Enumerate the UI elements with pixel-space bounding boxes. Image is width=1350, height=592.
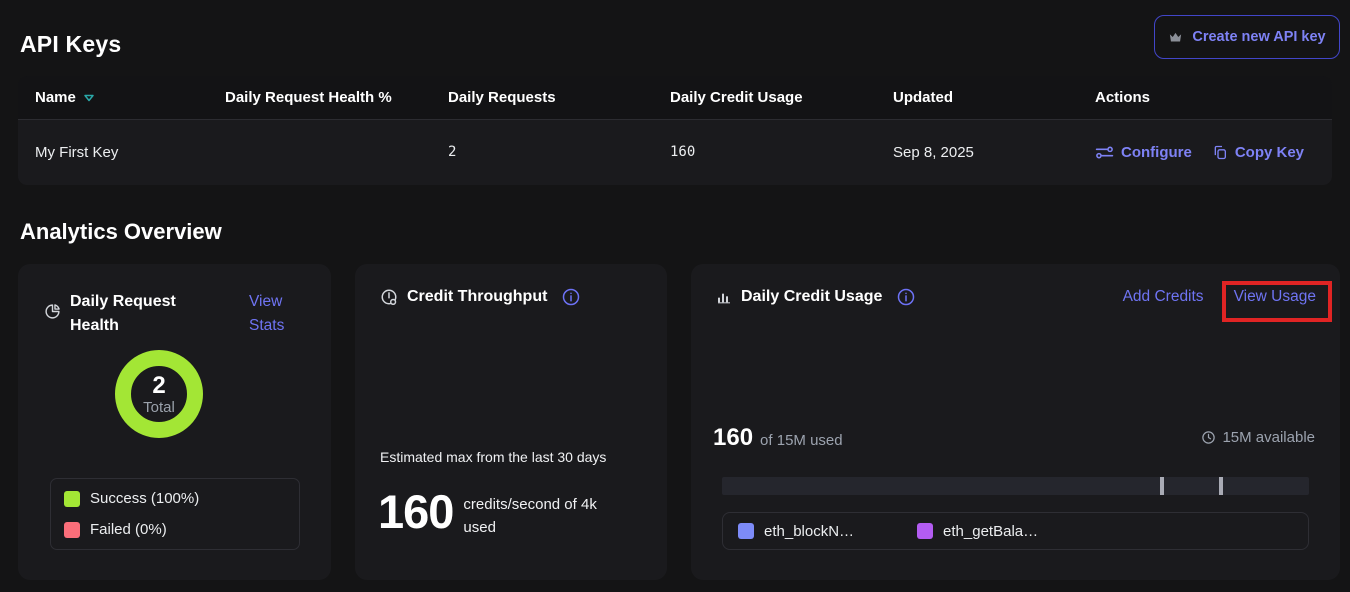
health-legend: Success (100%) Failed (0%) [50,478,300,550]
gauge-icon [380,288,398,306]
add-credits-link[interactable]: Add Credits [1123,288,1204,306]
donut-total-label: Total [143,399,175,416]
key-name: My First Key [35,144,225,161]
bar-chart-icon [716,289,732,305]
throughput-subtitle: Estimated max from the last 30 days [380,449,606,465]
card2-header: Credit Throughput [380,288,643,306]
info-icon[interactable] [897,288,915,306]
progress-tick-2 [1219,477,1223,495]
eth-getbalance-swatch [917,523,933,539]
throughput-value: 160 [378,482,453,542]
throughput-value-row: 160 credits/second of 4k used [378,482,627,542]
failed-swatch [64,522,80,538]
info-icon[interactable] [562,288,580,306]
sliders-icon [1095,145,1114,160]
pie-chart-icon [44,303,61,320]
sort-chevron-icon[interactable] [83,93,95,103]
success-label: Success (100%) [90,490,199,507]
column-name-label: Name [35,89,76,106]
updated-value: Sep 8, 2025 [893,144,1095,161]
eth-blocknumber-label: eth_blockN… [764,523,854,540]
copy-key-button[interactable]: Copy Key [1212,144,1304,161]
card3-header: Daily Credit Usage Add Credits View Usag… [716,288,1316,306]
table-row: My First Key 2 160 Sep 8, 2025 Configure… [18,120,1332,184]
configure-label: Configure [1121,144,1192,161]
daily-credit-usage-card: Daily Credit Usage Add Credits View Usag… [691,264,1340,580]
used-value: 160 [713,424,753,452]
daily-credit-usage-value: 160 [670,144,893,160]
usage-legend: eth_blockN… eth_getBala… [722,512,1309,550]
view-stats-link[interactable]: View Stats [249,290,311,338]
column-daily-requests: Daily Requests [448,89,670,106]
card3-links: Add Credits View Usage [1123,288,1316,306]
failed-label: Failed (0%) [90,521,167,538]
card3-title: Daily Credit Usage [741,288,882,306]
request-health-donut-chart: 2 Total [115,350,203,438]
copy-icon [1212,144,1228,161]
credit-throughput-card: Credit Throughput Estimated max from the… [355,264,667,580]
used-suffix: of 15M used [760,432,843,449]
legend-eth-blocknumber: eth_blockN… [738,523,854,540]
progress-tick-1 [1160,477,1164,495]
legend-eth-getbalance: eth_getBala… [917,523,1038,540]
column-actions: Actions [1095,89,1332,106]
view-usage-link[interactable]: View Usage [1234,288,1316,306]
legend-success: Success (100%) [64,490,286,507]
usage-summary-row: 160 of 15M used 15M available [713,424,1315,452]
daily-requests-value: 2 [448,144,670,160]
eth-blocknumber-swatch [738,523,754,539]
table-header-row: Name Daily Request Health % Daily Reques… [18,76,1332,120]
eth-getbalance-label: eth_getBala… [943,523,1038,540]
analytics-overview-title: Analytics Overview [20,219,222,245]
column-updated: Updated [893,89,1095,106]
card1-title: Daily Request Health [70,290,188,338]
clock-icon [1201,430,1216,445]
daily-request-health-card: Daily Request Health View Stats 2 Total … [18,264,331,580]
donut-total-value: 2 [152,373,165,399]
available-group: 15M available [1201,429,1315,446]
dashboard-page: API Keys Create new API key Name Daily R… [0,0,1350,592]
available-label: 15M available [1222,429,1315,446]
legend-failed: Failed (0%) [64,521,286,538]
create-api-key-label: Create new API key [1192,29,1325,45]
api-keys-table: Name Daily Request Health % Daily Reques… [18,76,1332,185]
page-title: API Keys [20,31,121,58]
success-swatch [64,491,80,507]
copy-key-label: Copy Key [1235,144,1304,161]
column-health: Daily Request Health % [225,89,448,106]
actions-cell: Configure Copy Key [1095,144,1332,161]
card2-title: Credit Throughput [407,288,547,306]
configure-button[interactable]: Configure [1095,144,1192,161]
crown-icon [1168,30,1183,45]
throughput-unit: credits/second of 4k used [463,493,627,539]
create-api-key-button[interactable]: Create new API key [1154,15,1340,59]
column-name[interactable]: Name [35,89,225,106]
credit-usage-progress-bar [722,477,1309,495]
column-daily-credit-usage: Daily Credit Usage [670,89,893,106]
card1-header: Daily Request Health View Stats [44,290,311,338]
